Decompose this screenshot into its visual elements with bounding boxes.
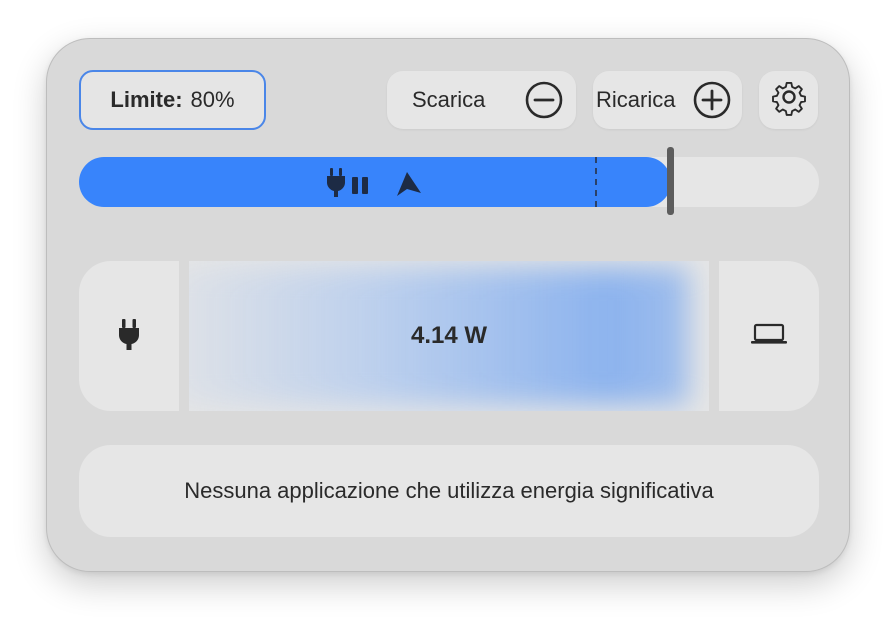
discharge-button[interactable]: Scarica bbox=[387, 71, 576, 129]
power-flow: 4.14 W bbox=[79, 261, 819, 411]
limit-button[interactable]: Limite: 80% bbox=[79, 70, 266, 130]
minus-circle-icon bbox=[525, 81, 563, 125]
limit-marker bbox=[595, 157, 597, 207]
charge-limit-slider[interactable] bbox=[79, 147, 819, 215]
power-watts: 4.14 W bbox=[410, 322, 488, 349]
limit-handle[interactable] bbox=[667, 147, 674, 215]
power-source bbox=[79, 261, 179, 411]
status-icons bbox=[326, 165, 424, 206]
limit-value: 80% bbox=[190, 87, 235, 112]
apps-message: Nessuna applicazione che utilizza energi… bbox=[184, 478, 714, 503]
gear-icon bbox=[769, 77, 809, 123]
apps-energy-status: Nessuna applicazione che utilizza energi… bbox=[79, 445, 819, 537]
limit-label: Limite: bbox=[110, 87, 183, 112]
laptop-icon bbox=[750, 323, 788, 350]
charge-label: Ricarica bbox=[596, 87, 676, 112]
battery-panel: Limite: 80% Scarica Ricarica 4.14 W Ness… bbox=[46, 38, 850, 572]
discharge-label: Scarica bbox=[412, 87, 486, 112]
charge-button[interactable]: Ricarica bbox=[593, 71, 742, 129]
plug-pause-icon bbox=[326, 165, 374, 206]
plus-circle-icon bbox=[693, 81, 731, 125]
settings-button[interactable] bbox=[759, 71, 818, 129]
power-plug-icon bbox=[118, 318, 140, 355]
location-arrow-icon bbox=[394, 169, 424, 202]
power-target bbox=[719, 261, 819, 411]
power-flow-meter: 4.14 W bbox=[189, 261, 709, 411]
